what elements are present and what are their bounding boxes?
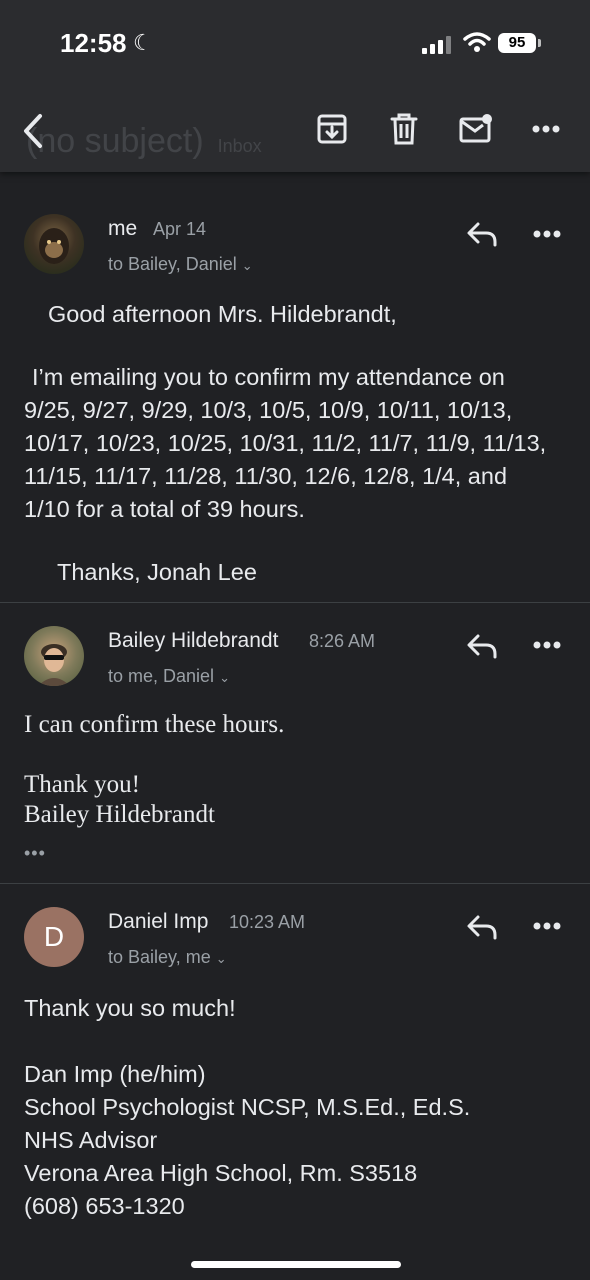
top-app-bar: 12:58 ☾ 95 (no subject) Inbox	[0, 0, 590, 172]
avatar[interactable]: D	[24, 907, 84, 967]
battery-indicator: 95	[498, 33, 536, 53]
mark-unread-icon[interactable]	[459, 112, 493, 146]
chevron-down-icon: ⌄	[219, 670, 230, 685]
sender-name[interactable]: me	[108, 217, 137, 241]
recipients-toggle[interactable]: to me, Daniel ⌄	[108, 666, 230, 687]
recipients-toggle[interactable]: to Bailey, Daniel ⌄	[108, 254, 253, 275]
signature-line: NHS Advisor	[24, 1127, 158, 1153]
chimp-photo	[39, 228, 69, 264]
recipients-text: to me, Daniel	[108, 666, 215, 686]
chevron-down-icon: ⌄	[241, 258, 253, 273]
body-line: 9/25, 9/27, 9/29, 10/3, 10/5, 10/9, 10/1…	[24, 397, 513, 423]
message-date: 8:26 AM	[309, 631, 376, 651]
battery-tip	[538, 39, 541, 47]
body-line: 11/15, 11/17, 11/28, 11/30, 12/6, 12/8, …	[24, 463, 508, 489]
reply-icon[interactable]	[466, 632, 498, 660]
signature-line: Dan Imp (he/him)	[24, 1061, 206, 1087]
person-photo	[38, 644, 70, 686]
trash-icon[interactable]	[387, 112, 421, 146]
avatar[interactable]	[24, 214, 84, 274]
body-line: Bailey Hildebrandt	[24, 801, 215, 828]
message-body: Thank you so much! Dan Imp (he/him) Scho…	[24, 992, 574, 1223]
avatar[interactable]	[24, 626, 84, 686]
chevron-down-icon: ⌄	[215, 951, 227, 966]
recipients-text: to Bailey, Daniel	[108, 254, 237, 274]
more-options-icon[interactable]	[533, 640, 561, 650]
body-line: 1/10 for a total of 39 hours.	[24, 496, 305, 522]
body-line: I can confirm these hours.	[24, 711, 285, 738]
signoff-line: Thanks, Jonah Lee	[57, 559, 257, 585]
divider	[0, 883, 590, 884]
body-line: Thank you so much!	[24, 995, 236, 1021]
cellular-signal-icon	[422, 34, 454, 54]
archive-icon[interactable]	[315, 112, 349, 146]
signature-line: School Psychologist NCSP, M.S.Ed., Ed.S.	[24, 1094, 471, 1120]
inbox-label: Inbox	[217, 136, 262, 156]
back-arrow-icon[interactable]	[18, 110, 52, 152]
reply-icon[interactable]	[466, 913, 498, 941]
recipients-toggle[interactable]: to Bailey, me ⌄	[108, 947, 227, 968]
signature-line: Verona Area High School, Rm. S3518	[24, 1160, 418, 1186]
phone-link[interactable]: (608) 653-1320	[24, 1190, 574, 1223]
subject-title: (no subject) Inbox	[26, 122, 262, 161]
body-line: I’m emailing you to confirm my attendanc…	[32, 364, 505, 390]
sender-name[interactable]: Bailey Hildebrandt	[108, 629, 278, 653]
show-trimmed-content-button[interactable]: •••	[24, 843, 46, 864]
sender-name[interactable]: Daniel Imp	[108, 910, 208, 934]
message-body: I can confirm these hours. Thank you! Ba…	[24, 710, 574, 830]
message-body: Good afternoon Mrs. Hildebrandt, I’m ema…	[24, 298, 574, 589]
more-options-icon[interactable]	[533, 921, 561, 931]
body-line: 10/17, 10/23, 10/25, 10/31, 11/2, 11/7, …	[24, 430, 547, 456]
recipients-text: to Bailey, me	[108, 947, 211, 967]
greeting-line: Good afternoon Mrs. Hildebrandt,	[48, 301, 397, 327]
moon-icon: ☾	[133, 30, 153, 55]
home-indicator[interactable]	[191, 1261, 401, 1268]
more-options-icon[interactable]	[533, 229, 561, 239]
subject-text: (no subject)	[26, 122, 204, 160]
message-date: 10:23 AM	[229, 912, 306, 932]
more-options-icon[interactable]	[532, 124, 560, 134]
body-line: Thank you!	[24, 771, 140, 798]
status-time: 12:58	[60, 28, 127, 58]
divider	[0, 602, 590, 603]
message-date: Apr 14	[153, 219, 207, 239]
reply-icon[interactable]	[466, 220, 498, 248]
wifi-icon	[463, 32, 491, 52]
